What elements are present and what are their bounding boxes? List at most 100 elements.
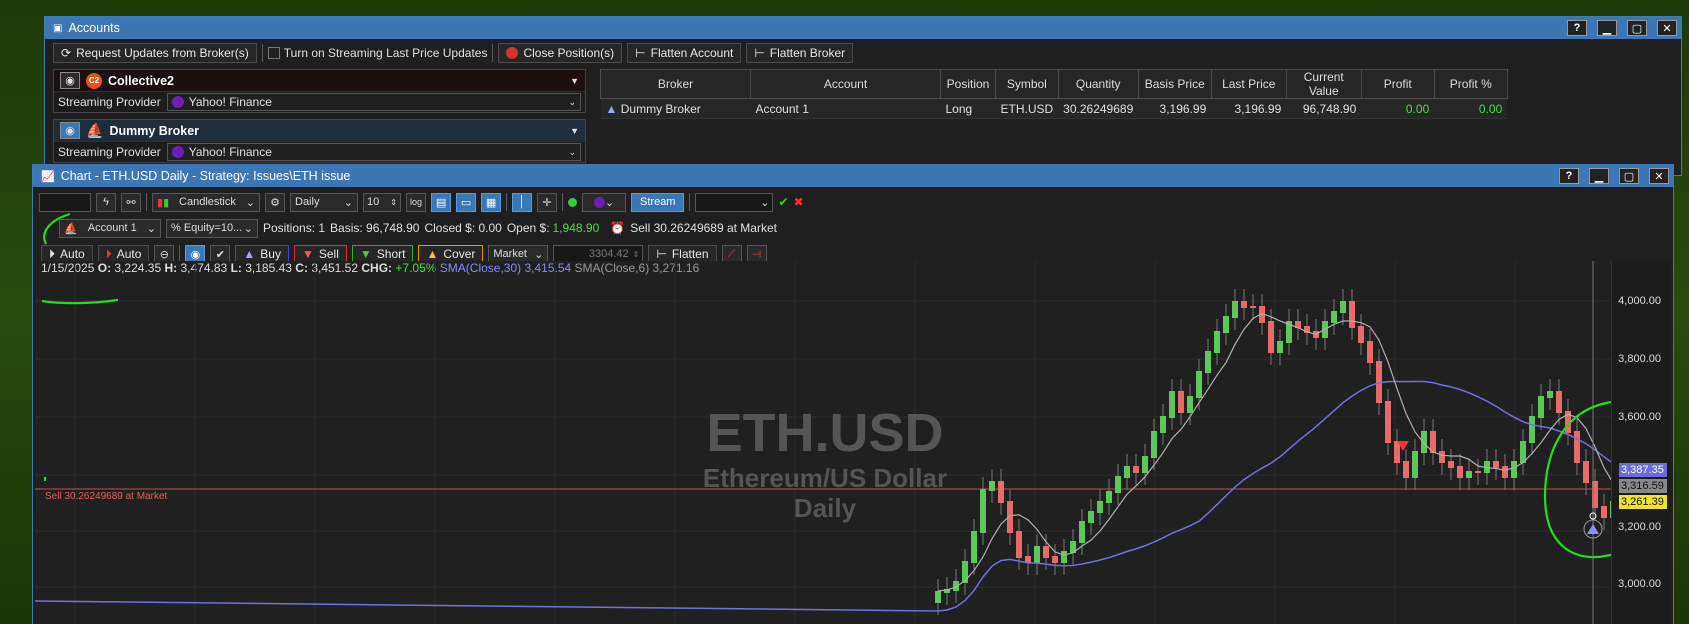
open-value: 1,948.90 bbox=[552, 221, 600, 235]
chevron-down-icon: ⌄ bbox=[245, 196, 255, 209]
price-label: 3,600.00 bbox=[1618, 411, 1661, 423]
watermark-interval: Daily bbox=[794, 493, 857, 523]
maximize-button[interactable]: ▢ bbox=[1627, 20, 1647, 36]
panel-icon[interactable]: ▤ bbox=[431, 192, 452, 212]
col-header[interactable]: Broker bbox=[600, 69, 751, 99]
col-header[interactable]: Profit bbox=[1360, 69, 1435, 99]
short-triangle-icon: ▼ bbox=[359, 247, 372, 261]
sma30-price-tag: 3,387.35 bbox=[1619, 463, 1667, 477]
chevron-down-icon: ⌄ bbox=[568, 146, 576, 157]
flatten-broker-button[interactable]: ⊢ Flatten Broker bbox=[746, 43, 854, 63]
eye-icon[interactable]: ◉ bbox=[60, 72, 80, 89]
price-label: 3,200.00 bbox=[1618, 521, 1661, 533]
cursor-line-icon[interactable]: │ bbox=[512, 192, 533, 212]
stream-button[interactable]: Stream bbox=[631, 192, 685, 212]
col-header[interactable]: Basis Price bbox=[1137, 69, 1212, 99]
help-button[interactable]: ? bbox=[1567, 20, 1587, 36]
table-row[interactable]: ▲ Dummy Broker Account 1 Long ETH.USD 30… bbox=[600, 98, 1508, 119]
streaming-provider-select[interactable]: Yahoo! Finance ⌄ bbox=[166, 143, 581, 161]
layout-icon[interactable]: ▭ bbox=[456, 192, 477, 212]
dummy-broker-icon: ⛵ bbox=[64, 222, 78, 235]
position-sizing-select[interactable]: % Equity=10... ⌄ bbox=[166, 218, 258, 238]
positions-table: Broker Account Position Symbol Quantity … bbox=[600, 69, 1508, 119]
x-icon[interactable]: ✖ bbox=[794, 195, 804, 209]
col-header[interactable]: Current Value bbox=[1285, 69, 1362, 99]
minimize-button[interactable]: ▁ bbox=[1589, 168, 1609, 184]
col-header[interactable]: Symbol bbox=[995, 69, 1059, 99]
flatten-icon: ⊢ bbox=[635, 46, 646, 60]
chevron-down-icon[interactable]: ▼ bbox=[570, 126, 579, 136]
close-button[interactable]: ✕ bbox=[1649, 168, 1669, 184]
help-button[interactable]: ? bbox=[1559, 168, 1579, 184]
sell-triangle-icon: ▼ bbox=[301, 247, 314, 261]
chart-toolbar-2: ⛵ Account 1 ⌄ % Equity=10... ⌄ Positions: 1… bbox=[33, 215, 1673, 241]
last-price-tag: 3,261.39 bbox=[1619, 495, 1667, 509]
close-positions-button[interactable]: Close Position(s) bbox=[498, 43, 623, 63]
log-scale-button[interactable]: log bbox=[406, 192, 427, 212]
minimize-button[interactable]: ▁ bbox=[1597, 20, 1617, 36]
chevron-down-icon: ⌄ bbox=[343, 196, 353, 209]
checkbox[interactable] bbox=[267, 47, 280, 59]
alarm-icon: ⏰ bbox=[610, 221, 626, 235]
col-header[interactable]: Quantity bbox=[1057, 69, 1139, 99]
chevron-down-icon[interactable]: ▼ bbox=[570, 76, 579, 86]
open-label: Open $: bbox=[506, 221, 550, 235]
col-header[interactable]: Position bbox=[940, 69, 996, 99]
eye-icon[interactable]: ◉ bbox=[60, 122, 80, 139]
request-updates-button[interactable]: ⟳ Request Updates from Broker(s) bbox=[53, 43, 257, 63]
play-icon: ⏵ bbox=[105, 246, 112, 261]
yahoo-icon bbox=[171, 146, 184, 158]
broker-header[interactable]: ◉ ⛵ Dummy Broker ▼ bbox=[54, 120, 585, 142]
chart-titlebar: 📈 Chart - ETH.USD Daily - Strategy: Issu… bbox=[33, 165, 1673, 187]
streaming-provider-select[interactable]: Yahoo! Finance ⌄ bbox=[166, 93, 581, 111]
bar-spacing-stepper[interactable]: 10 ⇕ bbox=[363, 192, 401, 212]
price-axis[interactable]: 4,000.00 3,800.00 3,600.00 3,200.00 3,00… bbox=[1611, 261, 1671, 624]
link-icon[interactable]: ⚯ bbox=[121, 192, 141, 212]
accounts-window: ▣ Accounts ? ▁ ▢ ✕ ⟳ Request Updates from… bbox=[44, 16, 1682, 176]
price-chart[interactable]: ETH.USD Ethereum/US Dollar Daily Sell 30… bbox=[35, 261, 1671, 624]
gear-icon[interactable]: ⚙ bbox=[265, 192, 285, 212]
provider-select[interactable]: ⌄ bbox=[582, 192, 627, 212]
crosshair-icon[interactable]: ✛ bbox=[537, 192, 558, 212]
check-icon[interactable]: ✔ bbox=[778, 195, 788, 209]
flatten-icon: ⊢ bbox=[754, 46, 765, 60]
calendar-icon[interactable]: ▦ bbox=[481, 192, 502, 212]
watermark-symbol: ETH.USD bbox=[706, 403, 943, 463]
symbol-input[interactable] bbox=[39, 192, 91, 212]
broker-triangle-icon: ▲ bbox=[605, 101, 618, 116]
chart-icon: 📈 bbox=[41, 170, 55, 183]
interval-select[interactable]: Daily ⌄ bbox=[290, 192, 358, 212]
col-header[interactable]: Account bbox=[750, 69, 941, 99]
order-line-label: Sell 30.26249689 at Market bbox=[45, 491, 168, 502]
col-header[interactable]: Last Price bbox=[1210, 69, 1287, 99]
spinner-icon: ⇕ bbox=[390, 197, 397, 207]
chart-toolbar-1: ϟ ⚯ ▮▮ Candlestick ⌄ ⚙ Daily ⌄ 10 ⇕ log ▤ ▭ … bbox=[33, 189, 1673, 215]
streaming-toggle[interactable]: Turn on Streaming Last Price Updates bbox=[267, 46, 487, 60]
closed-value: Closed $: 0.00 bbox=[424, 221, 502, 235]
accounts-title: Accounts bbox=[68, 21, 120, 35]
chevron-down-icon: ⌄ bbox=[568, 96, 576, 107]
positions-table-wrap: Broker Account Position Symbol Quantity … bbox=[600, 69, 1675, 119]
accounts-toolbar: ⟳ Request Updates from Broker(s) Turn on … bbox=[45, 39, 1681, 67]
broker-card-dummy: ◉ ⛵ Dummy Broker ▼ Streaming Provider Ya… bbox=[53, 119, 586, 163]
broker-card-collective2: ◉ C2 Collective2 ▼ Streaming Provider Ya… bbox=[53, 69, 586, 113]
price-label: 3,800.00 bbox=[1618, 353, 1661, 365]
maximize-button[interactable]: ▢ bbox=[1619, 168, 1639, 184]
close-button[interactable]: ✕ bbox=[1657, 20, 1677, 36]
refresh-icon: ⟳ bbox=[61, 46, 72, 60]
account-select[interactable]: ⛵ Account 1 ⌄ bbox=[59, 218, 161, 238]
col-header[interactable]: Profit % bbox=[1433, 69, 1508, 99]
buy-triangle-icon: ▲ bbox=[243, 247, 256, 261]
play-icon: ⏵ bbox=[49, 246, 56, 261]
dummy-broker-icon: ⛵ bbox=[86, 122, 104, 138]
chart-area[interactable]: 1/15/2025 O: 3,224.35 H: 3,474.83 L: 3,1… bbox=[35, 261, 1671, 624]
broker-header[interactable]: ◉ C2 Collective2 ▼ bbox=[54, 70, 585, 92]
chart-type-select[interactable]: ▮▮ Candlestick ⌄ bbox=[152, 192, 260, 212]
flatten-account-button[interactable]: ⊢ Flatten Account bbox=[627, 43, 742, 63]
lightning-icon[interactable]: ϟ bbox=[96, 192, 116, 212]
broker-name: Dummy Broker bbox=[109, 123, 200, 138]
strategy-select[interactable]: ⌄ bbox=[695, 192, 774, 212]
broker-name: Collective2 bbox=[108, 73, 175, 88]
flatten-icon: ⊢ bbox=[656, 247, 667, 261]
positions-count: Positions: 1 bbox=[263, 221, 326, 235]
